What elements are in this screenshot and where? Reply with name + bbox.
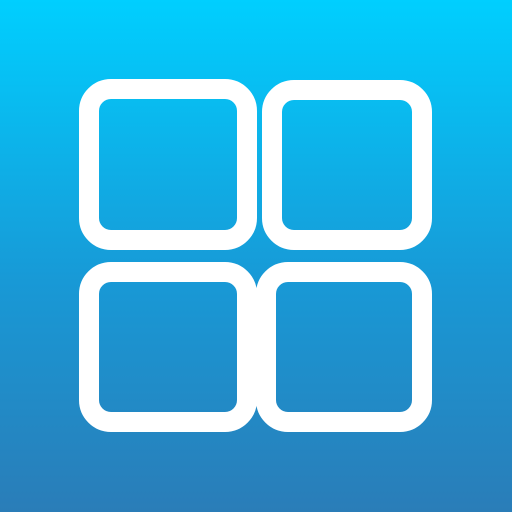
tile-bottom-right-icon — [256, 262, 432, 432]
grid-app-icon — [0, 0, 512, 512]
tile-top-left-icon — [79, 79, 257, 250]
tile-bottom-left-icon — [79, 262, 257, 432]
tile-top-right-icon — [262, 80, 432, 250]
four-square-grid-icon — [79, 79, 432, 432]
